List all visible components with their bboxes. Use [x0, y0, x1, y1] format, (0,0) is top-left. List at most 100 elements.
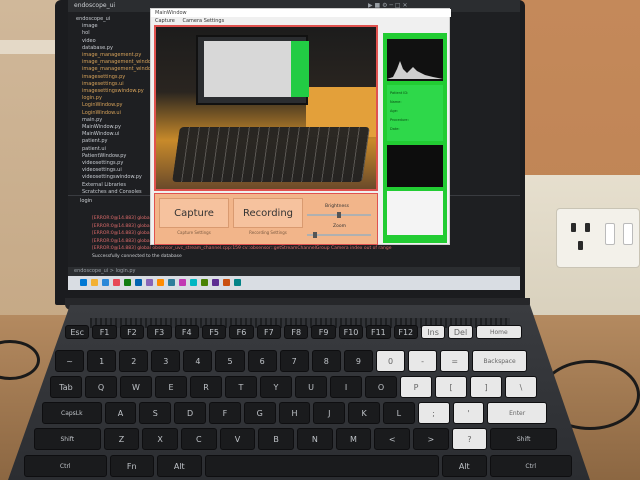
keyboard-key: F1 — [92, 325, 117, 339]
capture-settings-button[interactable]: Capture Settings — [159, 230, 229, 238]
tree-item[interactable]: endoscope_ui — [76, 16, 110, 22]
taskbar-app-icon[interactable] — [234, 279, 241, 286]
taskbar-app-icon[interactable] — [201, 279, 208, 286]
keyboard-key: P — [400, 376, 432, 398]
zoom-label: Zoom — [333, 224, 346, 229]
tree-item[interactable]: PatientWindow.py — [82, 153, 126, 159]
taskbar-app-icon[interactable] — [113, 279, 120, 286]
app-titlebar: MainWindow — [151, 9, 451, 17]
preview-white — [387, 191, 443, 235]
keyboard-key: Alt — [442, 455, 487, 477]
keyboard-key: D — [174, 402, 206, 424]
keyboard-key: O — [365, 376, 397, 398]
taskbar-app-icon[interactable] — [223, 279, 230, 286]
keyboard-key: X — [142, 428, 178, 450]
menu-item[interactable]: Capture — [155, 18, 175, 24]
socket-pin — [571, 223, 576, 232]
keyboard-key: F11 — [366, 325, 391, 339]
keyboard-key: 9 — [343, 350, 373, 372]
tree-item[interactable]: MainWindow.ui — [82, 131, 119, 137]
tree-item[interactable]: main.py — [82, 117, 102, 123]
feed-green-panel — [291, 41, 309, 97]
keyboard-key: Y — [260, 376, 292, 398]
tree-item[interactable]: External Libraries — [82, 182, 126, 188]
status-text: endoscope_ui > login.py — [74, 268, 136, 274]
tree-item[interactable]: imagesettingswindow.py — [82, 88, 144, 94]
info-line: Procedure: — [390, 118, 409, 122]
taskbar-app-icon[interactable] — [212, 279, 219, 286]
main-window: MainWindow Capture Camera Settings Captu… — [150, 8, 451, 245]
capture-button[interactable]: Capture — [159, 198, 229, 228]
keyboard-key: 6 — [247, 350, 277, 372]
tree-item[interactable]: image_management_window.ui — [82, 66, 161, 72]
zoom-slider[interactable] — [307, 232, 371, 238]
tree-item[interactable]: video — [82, 38, 96, 44]
keyboard-key: > — [413, 428, 449, 450]
keyboard-key: Fn — [109, 455, 154, 477]
tree-item[interactable]: patient.py — [82, 138, 108, 144]
recording-settings-button[interactable]: Recording Settings — [233, 230, 303, 238]
info-line: Patient ID: — [390, 91, 409, 95]
keyboard-key: U — [295, 376, 327, 398]
tree-item[interactable]: image_management.py — [82, 52, 141, 58]
taskbar-app-icon[interactable] — [124, 279, 131, 286]
keyboard-key: B — [258, 428, 294, 450]
keyboard-key: V — [219, 428, 256, 450]
keyboard-key: S — [139, 402, 172, 424]
socket-pin — [578, 241, 583, 250]
keyboard-key: W — [120, 376, 152, 398]
keyboard-key: [ — [435, 376, 467, 398]
tree-item[interactable]: Scratches and Consoles — [82, 189, 142, 195]
tree-item[interactable]: videosettings.py — [82, 160, 123, 166]
keyboard-key: Z — [103, 428, 140, 450]
run-tab[interactable]: login — [80, 198, 92, 204]
keyboard-key: ] — [470, 376, 502, 398]
keyboard-key: H — [278, 402, 311, 424]
taskbar-app-icon[interactable] — [146, 279, 153, 286]
tree-item[interactable]: patient.ui — [82, 146, 106, 152]
taskbar-app-icon[interactable] — [135, 279, 142, 286]
tree-item[interactable]: videosettings.ui — [82, 167, 122, 173]
app-title: MainWindow — [155, 10, 187, 16]
taskbar-app-icon[interactable] — [102, 279, 109, 286]
taskbar-app-icon[interactable] — [168, 279, 175, 286]
taskbar-app-icon[interactable] — [190, 279, 197, 286]
taskbar-app-icon[interactable] — [179, 279, 186, 286]
tree-item[interactable]: MainWindow.py — [82, 124, 121, 130]
info-line: Age: — [390, 109, 398, 113]
histogram — [387, 39, 443, 81]
tree-item[interactable]: LoginWindow.py — [82, 102, 122, 108]
tree-item[interactable]: image — [82, 23, 98, 29]
tree-item[interactable]: database.py — [82, 45, 113, 51]
keyboard-key: A — [104, 402, 137, 424]
keyboard-key: ~ — [55, 350, 85, 372]
brightness-slider-thumb[interactable] — [337, 212, 341, 218]
recording-button[interactable]: Recording — [233, 198, 303, 228]
windows-taskbar — [68, 276, 520, 290]
keyboard-key: M — [335, 428, 372, 450]
brightness-slider[interactable] — [307, 212, 371, 218]
keyboard-key: F4 — [174, 325, 199, 339]
tree-item[interactable]: videosettingswindow.py — [82, 174, 142, 180]
keyboard-key: Shift — [34, 428, 101, 450]
tree-item[interactable]: LoginWindow.ui — [82, 110, 121, 116]
keyboard-key: ; — [417, 402, 450, 424]
taskbar-app-icon[interactable] — [91, 279, 98, 286]
keyboard-key: T — [225, 376, 257, 398]
power-socket — [556, 208, 640, 268]
tree-item[interactable]: imagesettings.ui — [82, 81, 124, 87]
tree-item[interactable]: imagesettings.py — [82, 74, 125, 80]
taskbar-app-icon[interactable] — [157, 279, 164, 286]
taskbar-app-icon[interactable] — [80, 279, 87, 286]
tree-item[interactable]: hol — [82, 30, 90, 36]
socket-switch — [623, 223, 633, 245]
keyboard-key: 1 — [87, 350, 117, 372]
menu-item[interactable]: Camera Settings — [182, 18, 224, 24]
ide-project-title: endoscope_ui — [74, 2, 116, 9]
keyboard-key: Tab — [50, 376, 82, 398]
keyboard-key: CapsLk — [42, 402, 102, 424]
zoom-slider-thumb[interactable] — [313, 232, 317, 238]
tree-item[interactable]: login.py — [82, 95, 102, 101]
keyboard-key: C — [180, 428, 217, 450]
keyboard-key: F8 — [284, 325, 309, 339]
